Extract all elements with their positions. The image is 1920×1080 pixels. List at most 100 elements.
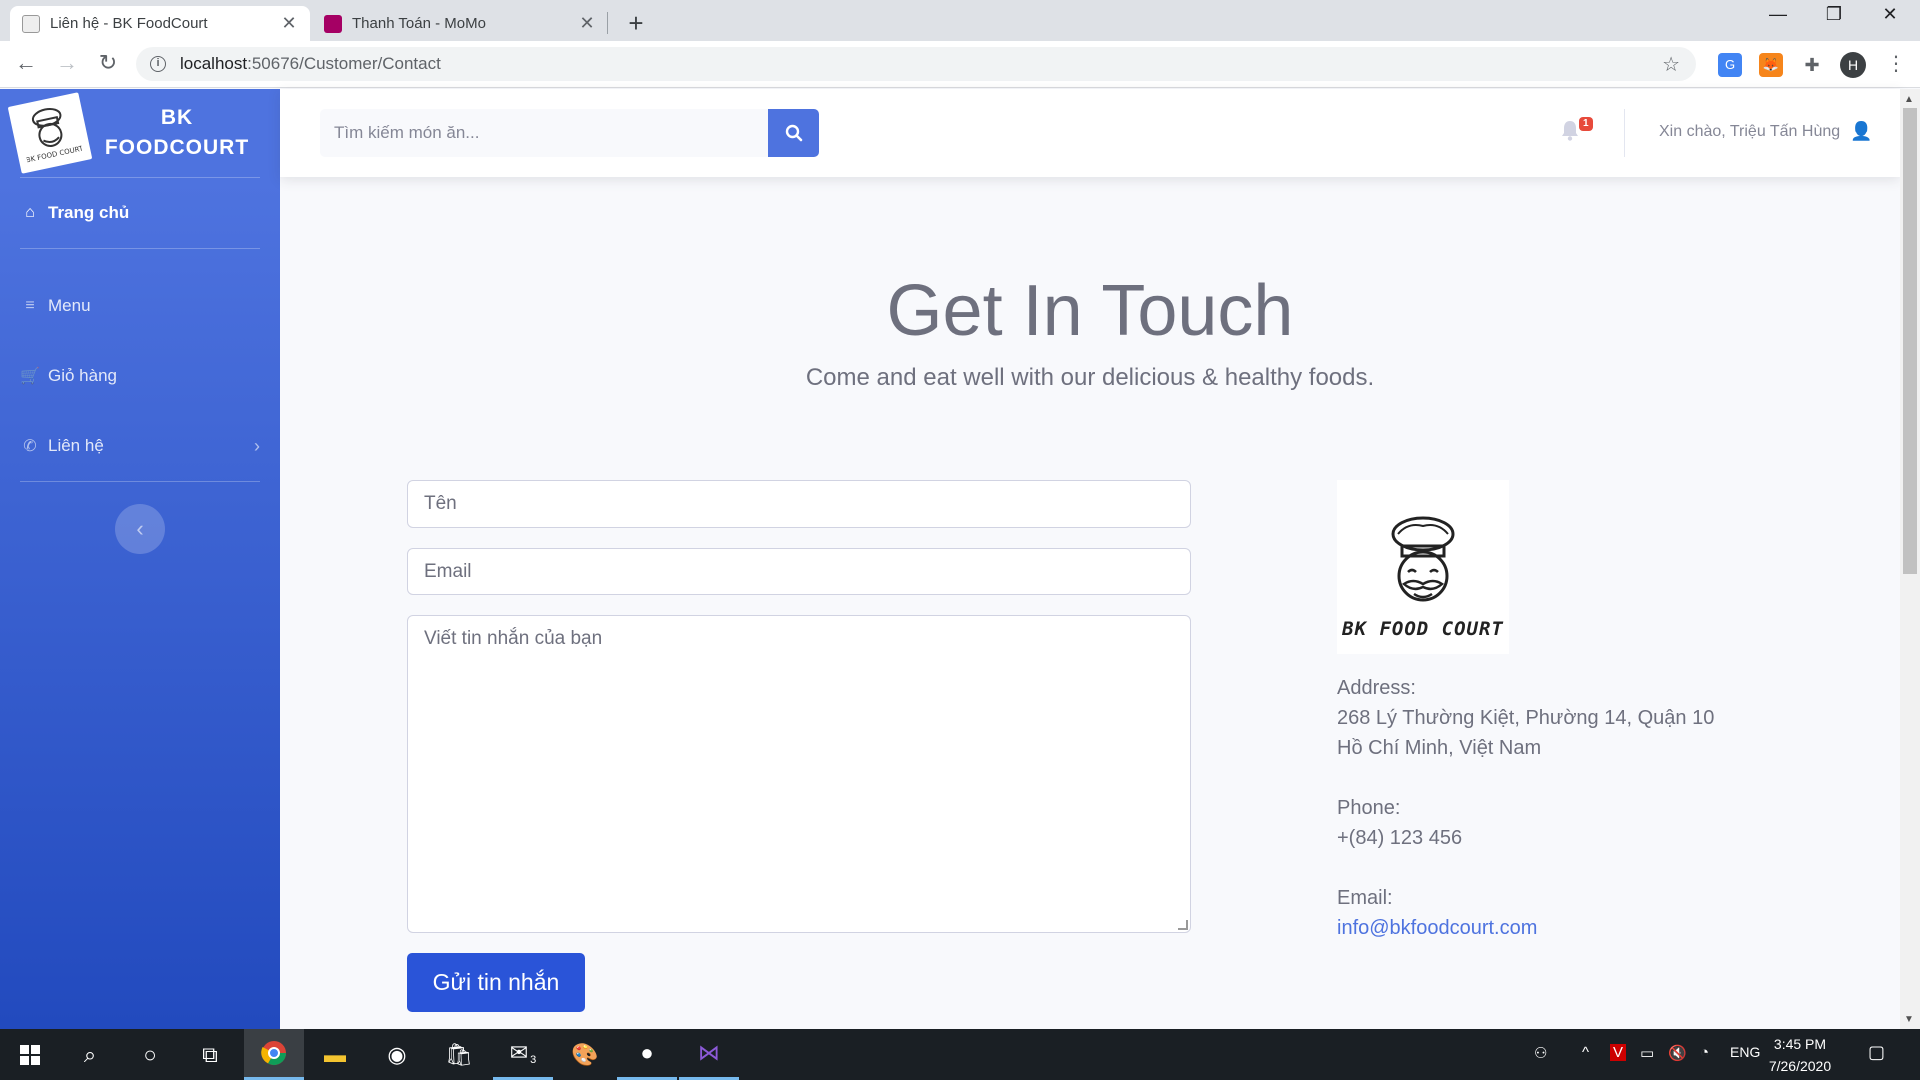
chef-favicon-icon	[22, 14, 40, 33]
metamask-extension-icon[interactable]: 🦊	[1759, 53, 1783, 77]
momo-favicon-icon	[324, 14, 342, 33]
windows-taskbar: ⌕ ○ ⧉ ▬ ◉ 🛍 ✉ 3 🎨 ● ⋈ ⚇ ^ V ▭ 🔇 ◔ ENG 3:…	[0, 1029, 1920, 1080]
tab-separator	[607, 12, 608, 34]
chef-logo-icon: BK FOOD COURT	[25, 108, 83, 165]
minimize-icon[interactable]: —	[1758, 4, 1798, 25]
bookmark-star-icon[interactable]: ☆	[1662, 52, 1680, 77]
reload-icon[interactable]: ↻	[94, 50, 122, 76]
sidebar-item-label: Giỏ hàng	[48, 366, 117, 385]
notification-count-badge: 1	[1579, 117, 1593, 131]
translate-extension-icon[interactable]: G	[1718, 53, 1742, 77]
new-tab-icon[interactable]: +	[622, 8, 650, 39]
mail-count-badge: 3	[530, 1054, 537, 1066]
tab-momo[interactable]: Thanh Toán - MoMo ✕	[312, 6, 608, 41]
antivirus-icon[interactable]: V	[1610, 1044, 1627, 1061]
chevron-right-icon: ›	[254, 435, 260, 456]
sidebar-divider	[20, 481, 260, 482]
email-field[interactable]: Email	[407, 548, 1191, 595]
clock-time: 3:45 PM	[1773, 1036, 1827, 1052]
file-explorer-icon[interactable]: ▬	[305, 1029, 365, 1080]
brand-name: BK FOODCOURT	[102, 103, 252, 163]
sidebar-item-contact[interactable]: ✆ Liên hệ ›	[0, 411, 280, 481]
svg-text:BK FOOD COURT: BK FOOD COURT	[25, 144, 83, 164]
extensions-puzzle-icon[interactable]: ✚	[1800, 53, 1824, 77]
browser-menu-icon[interactable]: ⋮	[1886, 51, 1906, 76]
forward-icon[interactable]: →	[53, 50, 81, 76]
close-tab-icon[interactable]: ✕	[578, 13, 596, 34]
email-label: Email:	[1337, 887, 1393, 909]
clock-date: 7/26/2020	[1768, 1058, 1832, 1074]
task-view-icon[interactable]: ⧉	[180, 1029, 240, 1080]
email-link[interactable]: info@bkfoodcourt.com	[1337, 917, 1537, 939]
battery-icon[interactable]: ▭	[1640, 1044, 1654, 1062]
media-player-icon[interactable]: ◉	[367, 1029, 427, 1080]
contact-logo: BK FOOD COURT	[1337, 480, 1509, 654]
address-block: Address: 268 Lý Thường Kiệt, Phường 14, …	[1337, 673, 1714, 763]
user-dropdown[interactable]: Xin chào, Triệu Tấn Hùng 👤	[1659, 121, 1873, 142]
sidebar-item-label: Menu	[48, 296, 91, 315]
message-placeholder: Viết tin nhắn của bạn	[424, 628, 603, 649]
topbar: Tìm kiếm món ăn... 1 Xin chào, Triệu Tấn…	[280, 89, 1900, 177]
resize-handle-icon[interactable]	[1178, 920, 1188, 930]
profile-app-icon[interactable]: ●	[617, 1029, 677, 1080]
name-field[interactable]: Tên	[407, 480, 1191, 528]
windows-start-icon[interactable]	[0, 1029, 60, 1080]
language-indicator[interactable]: ENG	[1730, 1044, 1760, 1060]
search-icon	[785, 124, 802, 142]
sidebar-toggle-button[interactable]: ‹	[115, 504, 165, 554]
show-hidden-icons-chevron-up-icon[interactable]: ^	[1582, 1044, 1589, 1061]
url-host: localhost	[180, 54, 248, 73]
phone-block: Phone: +(84) 123 456	[1337, 793, 1462, 853]
cortana-icon[interactable]: ○	[120, 1029, 180, 1080]
notification-bell-icon[interactable]	[1560, 119, 1580, 147]
scroll-down-arrow-icon[interactable]: ▼	[1904, 1014, 1914, 1025]
tab-contact[interactable]: Liên hệ - BK FoodCourt ✕	[10, 6, 310, 41]
phone-label: Phone:	[1337, 797, 1401, 819]
email-block: Email: info@bkfoodcourt.com	[1337, 883, 1537, 943]
sidebar-divider	[20, 248, 260, 249]
bell-icon	[1562, 121, 1578, 141]
restore-icon[interactable]: ❐	[1814, 4, 1854, 25]
url-path: :50676/Customer/Contact	[247, 54, 441, 73]
send-message-button[interactable]: Gửi tin nhắn	[407, 953, 585, 1012]
people-icon[interactable]: ⚇	[1534, 1044, 1547, 1062]
chrome-taskbar-icon[interactable]	[244, 1029, 304, 1080]
menu-icon: ≡	[25, 297, 35, 314]
close-window-icon[interactable]: ✕	[1870, 4, 1910, 25]
contact-logo-text: BK FOOD COURT	[1342, 618, 1504, 640]
phone-value: +(84) 123 456	[1337, 827, 1463, 849]
brand-logo: BK FOOD COURT	[7, 92, 93, 174]
close-tab-icon[interactable]: ✕	[280, 13, 298, 34]
sidebar-brand[interactable]: BK FOOD COURT BK FOODCOURT	[0, 89, 280, 177]
sidebar-item-label: Trang chủ	[48, 203, 130, 222]
clock[interactable]: 3:45 PM 7/26/2020	[1760, 1033, 1840, 1077]
site-info-icon[interactable]: i	[150, 56, 166, 72]
search-input[interactable]: Tìm kiếm món ăn...	[320, 109, 768, 157]
search-icon[interactable]: ⌕	[60, 1029, 120, 1080]
sidebar-item-menu[interactable]: ≡ Menu	[0, 271, 280, 341]
wifi-icon[interactable]: ◔	[1700, 1044, 1709, 1061]
cart-icon: 🛒	[20, 368, 40, 385]
search-button[interactable]	[768, 109, 819, 157]
store-icon[interactable]: 🛍	[429, 1029, 489, 1080]
address-label: Address:	[1337, 677, 1416, 699]
address-bar[interactable]: i localhost:50676/Customer/Contact ☆	[136, 47, 1696, 81]
scroll-up-arrow-icon[interactable]: ▲	[1904, 94, 1914, 105]
mail-icon[interactable]: ✉ 3	[493, 1029, 553, 1080]
message-textarea[interactable]: Viết tin nhắn của bạn	[407, 615, 1191, 933]
topbar-divider	[1624, 109, 1625, 157]
sidebar-item-cart[interactable]: 🛒 Giỏ hàng	[0, 341, 280, 411]
windows-logo-icon	[20, 1044, 40, 1065]
scrollbar-thumb[interactable]	[1903, 108, 1917, 574]
profile-avatar[interactable]: H	[1840, 52, 1866, 78]
visual-studio-icon[interactable]: ⋈	[679, 1029, 739, 1080]
address-line1: 268 Lý Thường Kiệt, Phường 14, Quận 10	[1337, 707, 1715, 729]
back-icon[interactable]: ←	[12, 50, 40, 76]
action-center-icon[interactable]: ▢	[1868, 1042, 1885, 1063]
volume-muted-icon[interactable]: 🔇	[1668, 1044, 1687, 1062]
paint-icon[interactable]: 🎨	[555, 1029, 615, 1080]
phone-icon: ✆	[23, 438, 37, 455]
brand-line2: FOODCOURT	[104, 136, 250, 159]
chrome-icon	[261, 1041, 286, 1066]
sidebar-item-home[interactable]: ⌂ Trang chủ	[0, 178, 280, 248]
